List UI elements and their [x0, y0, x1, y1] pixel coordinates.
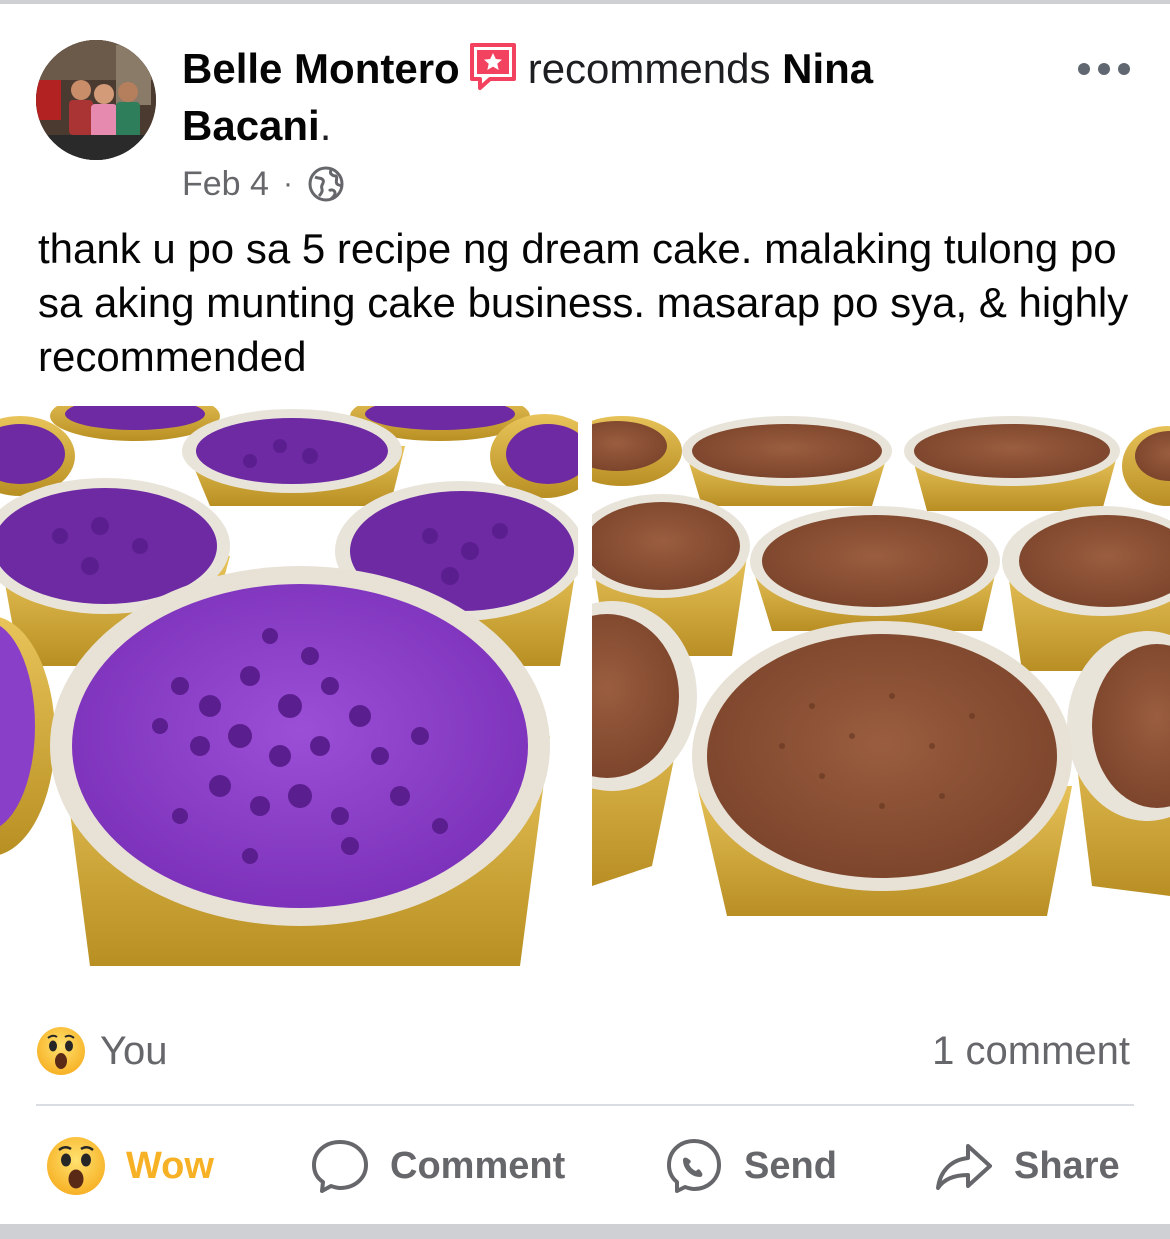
actions-divider: [36, 1104, 1134, 1106]
meta-separator: ·: [282, 167, 293, 200]
ube-cakes-image: [0, 406, 578, 992]
post-date[interactable]: Feb 4: [182, 165, 269, 204]
wow-emoji-icon: [47, 1137, 105, 1195]
comment-label: Comment: [390, 1144, 566, 1187]
reactions-summary[interactable]: You: [36, 1026, 168, 1076]
wow-reaction-button[interactable]: Wow: [46, 1130, 214, 1202]
comment-icon: [312, 1140, 368, 1193]
comments-count[interactable]: 1 comment: [932, 1026, 1130, 1076]
page-name-suffix: .: [319, 102, 332, 149]
more-dot-icon: [1098, 63, 1110, 75]
action-bar: Wow Comment Send Share: [0, 1130, 1170, 1202]
wow-emoji-icon: [37, 1027, 85, 1075]
recommendation-badge-icon: [468, 41, 518, 91]
more-options-button[interactable]: [1078, 52, 1130, 86]
author-avatar[interactable]: [36, 40, 156, 160]
post-header: Belle Montero recommends Nina Bacani.: [182, 40, 972, 154]
avatar-photo: [36, 40, 156, 160]
share-arrow-icon: [936, 1144, 992, 1190]
photo-chocolate-dream-cakes[interactable]: [592, 406, 1170, 992]
post-body: thank u po sa 5 recipe ng dream cake. ma…: [38, 225, 1129, 380]
top-divider: [0, 0, 1170, 4]
more-dot-icon: [1078, 63, 1090, 75]
reaction-names: You: [100, 1028, 168, 1073]
share-label: Share: [1014, 1144, 1120, 1187]
send-button[interactable]: Send: [664, 1130, 837, 1202]
share-button[interactable]: Share: [934, 1130, 1120, 1202]
messenger-icon: [667, 1139, 721, 1193]
chocolate-cakes-image: [592, 406, 1170, 992]
more-dot-icon: [1118, 63, 1130, 75]
recommends-text: recommends: [527, 45, 771, 92]
photo-ube-dream-cakes[interactable]: [0, 406, 578, 992]
bottom-divider: [0, 1224, 1170, 1239]
globe-icon: [308, 166, 344, 202]
author-name[interactable]: Belle Montero: [182, 45, 460, 92]
post-meta: Feb 4 ·: [182, 160, 345, 208]
wow-label: Wow: [126, 1144, 214, 1187]
comment-button[interactable]: Comment: [310, 1130, 565, 1202]
send-label: Send: [744, 1144, 837, 1187]
